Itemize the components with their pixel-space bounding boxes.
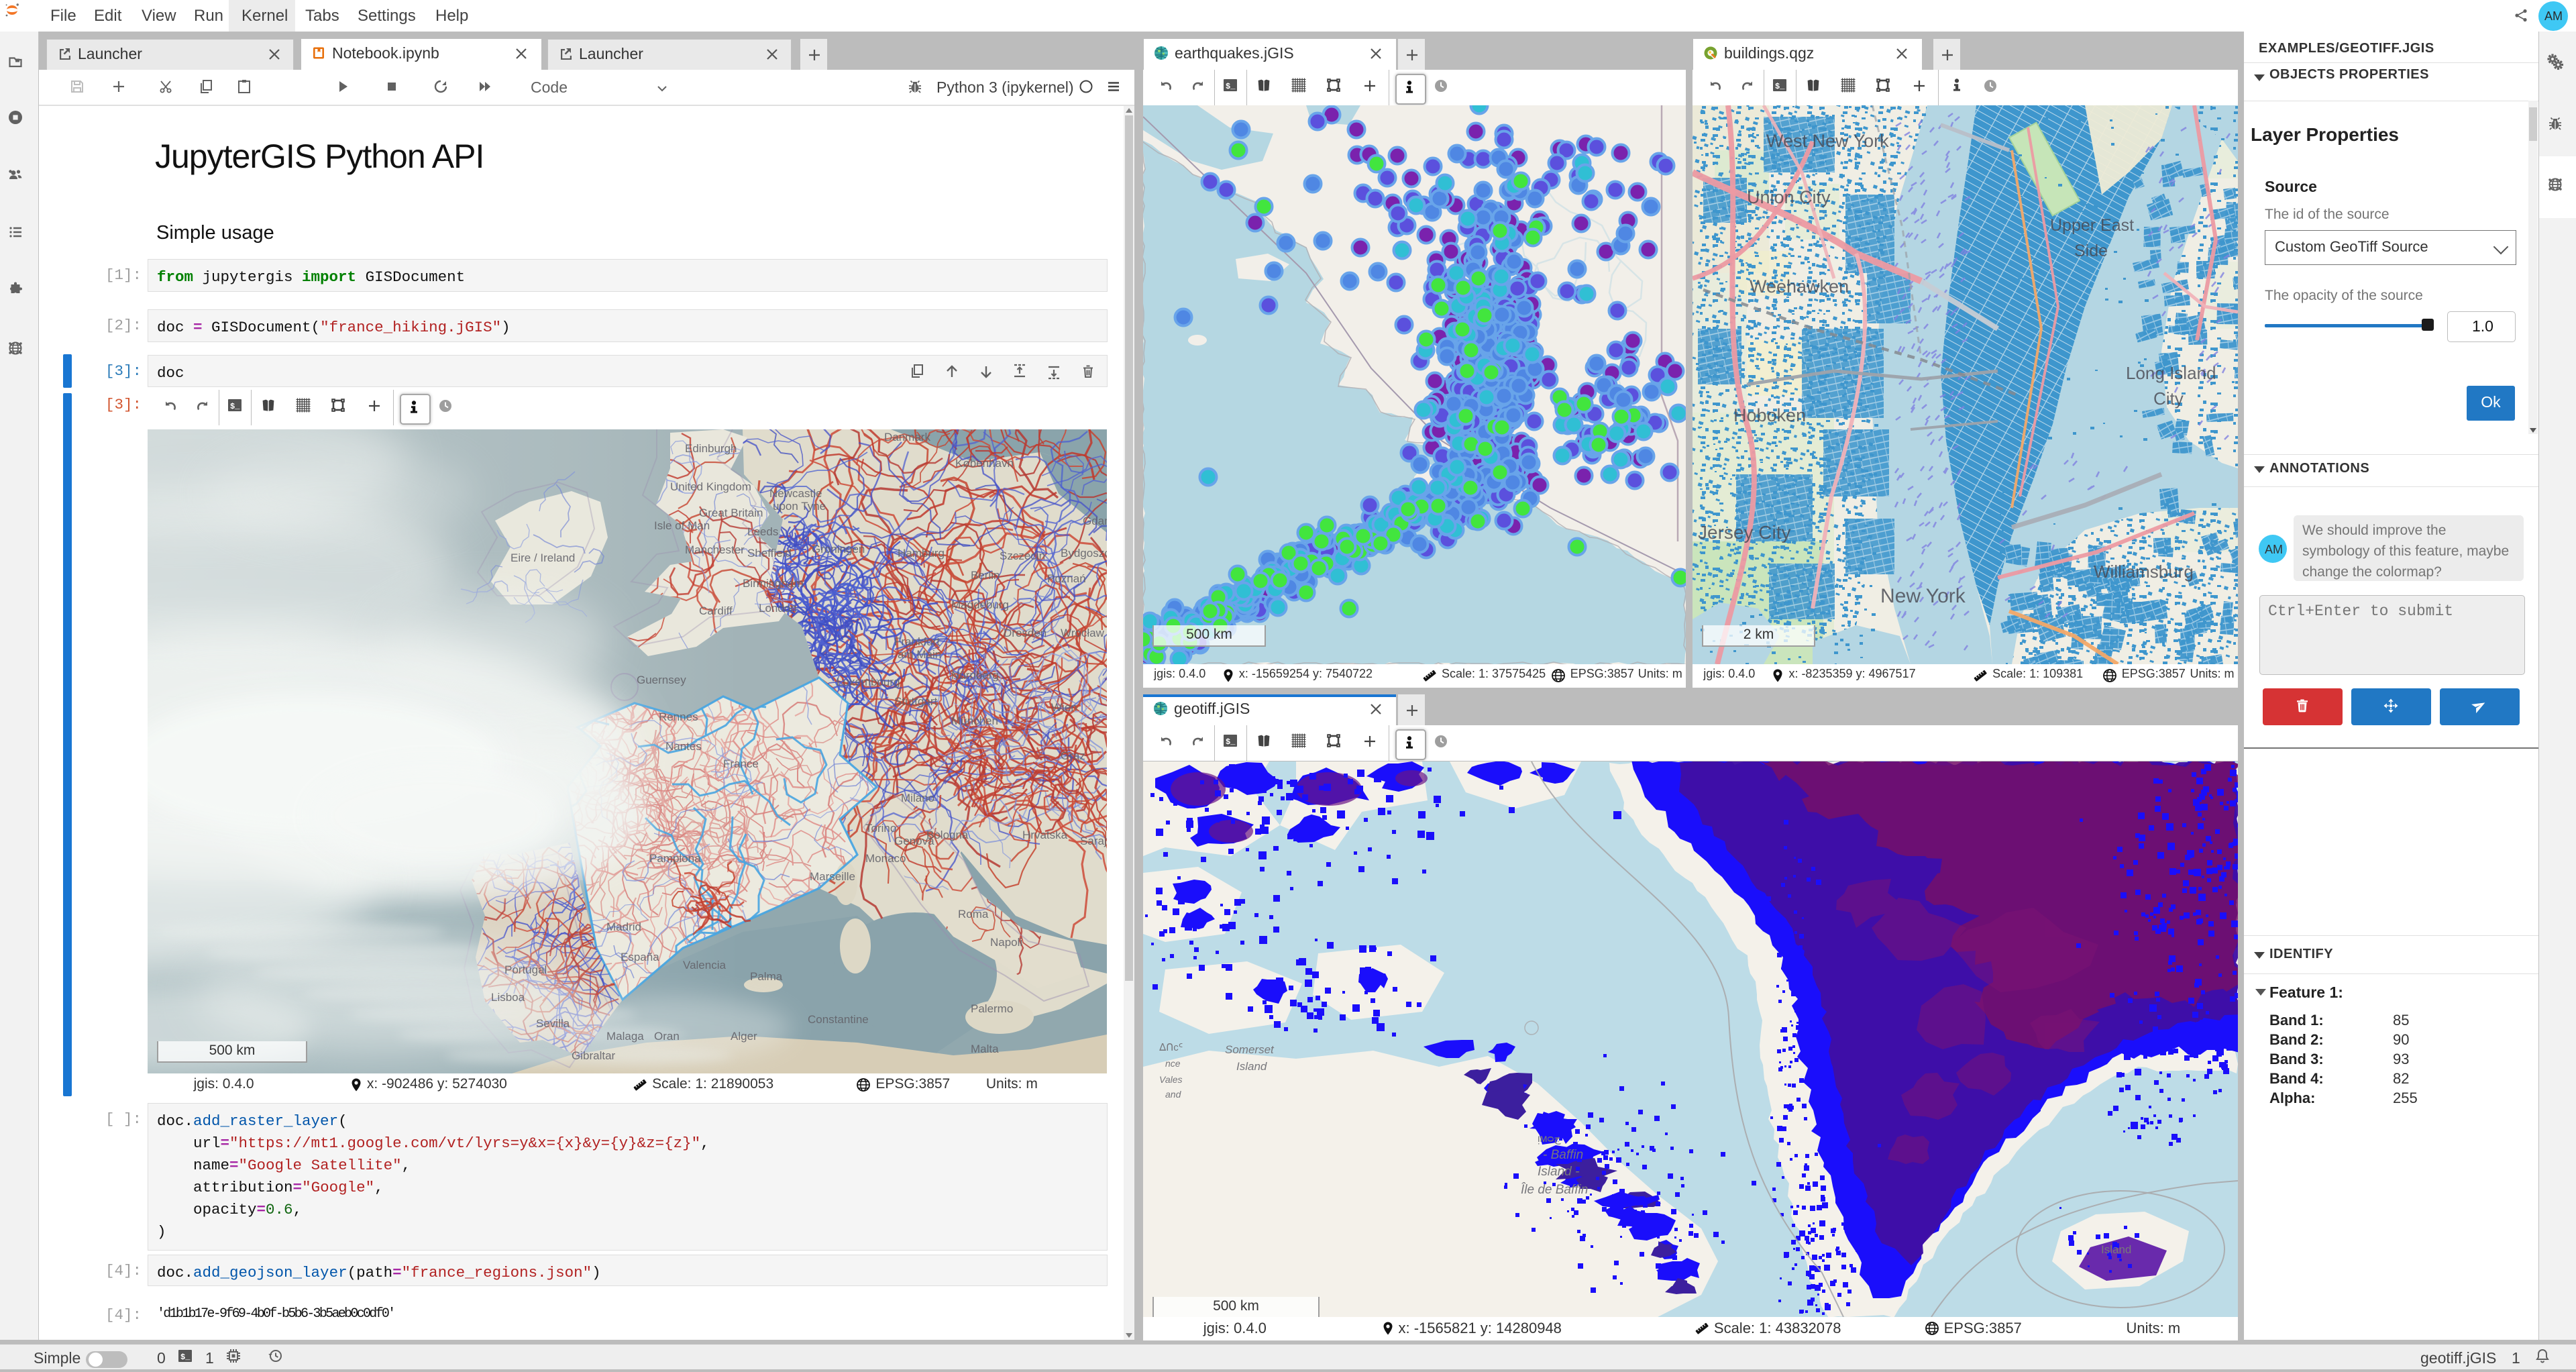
svg-text:upon Tyne: upon Tyne: [773, 500, 826, 513]
svg-text:Sarajevo: Sarajevo: [1080, 835, 1107, 847]
svg-text:Luxembourg: Luxembourg: [837, 676, 900, 688]
svg-text:Malta: Malta: [971, 1043, 999, 1055]
svg-text:$_: $_: [230, 402, 240, 411]
svg-text:New York: New York: [1880, 585, 1966, 607]
svg-text:Marseille: Marseille: [810, 870, 855, 883]
svg-text:Bydgoszcz: Bydgoszcz: [1061, 547, 1107, 560]
svg-text:$_: $_: [180, 1353, 191, 1362]
svg-text:Hamburg: Hamburg: [898, 547, 945, 560]
svg-text:Szczecin: Szczecin: [1000, 549, 1045, 562]
svg-text:Somerset: Somerset: [1225, 1043, 1275, 1056]
svg-text:Gibraltar: Gibraltar: [572, 1049, 616, 1062]
svg-text:España: España: [621, 951, 659, 963]
svg-text:Milano: Milano: [901, 792, 934, 804]
svg-text:Newcastle: Newcastle: [769, 487, 822, 500]
svg-text:West New York: West New York: [1766, 131, 1889, 151]
svg-text:Gdansk: Gdansk: [1083, 515, 1107, 527]
svg-text:Palma: Palma: [750, 970, 783, 983]
svg-text:Guernsey: Guernsey: [637, 674, 686, 686]
svg-text:München: München: [951, 715, 998, 727]
svg-text:United Kingdom: United Kingdom: [670, 480, 751, 493]
svg-text:Bologna: Bologna: [926, 829, 969, 841]
svg-text:$_: $_: [1775, 82, 1785, 91]
svg-text:Lisboa: Lisboa: [491, 991, 525, 1004]
svg-text:Manchester: Manchester: [685, 543, 745, 556]
svg-text:- Baffin: - Baffin: [1543, 1148, 1583, 1162]
svg-text:Leeds: Leeds: [747, 525, 778, 538]
svg-text:Sheffield: Sheffield: [747, 547, 792, 560]
svg-text:Nürnberg: Nürnberg: [951, 669, 999, 682]
svg-text:$_: $_: [1226, 737, 1236, 747]
svg-text:ᴉᴍᴑج: ᴉᴍᴑج: [1538, 1133, 1561, 1145]
svg-text:Berlin: Berlin: [971, 569, 1000, 582]
svg-text:Stuttgart: Stuttgart: [894, 695, 938, 708]
svg-text:Alger: Alger: [731, 1030, 757, 1043]
svg-text:Wrocław: Wrocław: [1061, 627, 1105, 639]
svg-text:Side: Side: [2074, 242, 2108, 260]
svg-text:Island: Island: [2101, 1243, 2131, 1256]
svg-text:Nantes: Nantes: [665, 740, 702, 753]
svg-text:Isle of Man: Isle of Man: [654, 519, 710, 532]
svg-text:Island -: Island -: [1538, 1165, 1579, 1179]
svg-text:Wien: Wien: [1051, 701, 1077, 714]
svg-text:Jersey City: Jersey City: [1698, 522, 1790, 543]
svg-text:Great Britain: Great Britain: [699, 507, 763, 519]
svg-text:Torino: Torino: [865, 822, 896, 835]
svg-text:nce: nce: [1165, 1058, 1181, 1069]
svg-text:Edinburgh: Edinburgh: [685, 442, 737, 455]
svg-text:Eire / Ireland: Eire / Ireland: [511, 551, 575, 564]
svg-text:am Main: am Main: [898, 648, 941, 661]
svg-text:Williamsburg: Williamsburg: [2094, 562, 2194, 582]
svg-text:Napoli: Napoli: [990, 936, 1022, 949]
svg-text:City: City: [2153, 388, 2184, 409]
svg-text:Rennes: Rennes: [659, 710, 698, 723]
svg-text:Union City: Union City: [1747, 187, 1831, 207]
svg-text:and: and: [1165, 1089, 1182, 1100]
svg-text:France: France: [723, 757, 759, 770]
svg-text:Constantine: Constantine: [808, 1013, 869, 1026]
svg-text:Island: Island: [1236, 1060, 1267, 1073]
svg-text:Pamplona: Pamplona: [649, 852, 701, 865]
svg-text:Oran: Oran: [654, 1030, 680, 1043]
svg-text:Malaga: Malaga: [606, 1030, 644, 1043]
svg-text:Île de Baffin: Île de Baffin: [1521, 1182, 1588, 1197]
svg-text:Magdeburg: Magdeburg: [951, 598, 1009, 611]
svg-text:Hrvatska: Hrvatska: [1022, 829, 1068, 841]
svg-text:Vales: Vales: [1159, 1074, 1183, 1085]
svg-text:Long Island: Long Island: [2126, 363, 2216, 383]
svg-text:Danmark: Danmark: [884, 431, 930, 443]
svg-text:Roma: Roma: [958, 908, 989, 920]
svg-text:Weehawken: Weehawken: [1750, 276, 1849, 297]
svg-text:Hoboken: Hoboken: [1733, 405, 1806, 425]
svg-text:København: København: [955, 457, 1014, 470]
svg-text:Valencia: Valencia: [683, 959, 726, 971]
svg-text:Dresden: Dresden: [1004, 627, 1046, 639]
svg-text:Monaco: Monaco: [865, 852, 906, 865]
svg-text:Palermo: Palermo: [971, 1002, 1013, 1015]
svg-text:Madrid: Madrid: [606, 920, 641, 933]
svg-text:Upper East: Upper East: [2050, 216, 2134, 235]
svg-text:Groningen: Groningen: [812, 543, 865, 556]
svg-text:Sevilla: Sevilla: [536, 1017, 570, 1030]
svg-text:London: London: [759, 602, 797, 615]
svg-text:Birmingham: Birmingham: [743, 577, 804, 590]
svg-text:Poznań: Poznań: [1047, 572, 1086, 585]
svg-text:$_: $_: [1226, 82, 1236, 91]
svg-text:Cardiff: Cardiff: [699, 604, 733, 617]
svg-text:Frankfurt: Frankfurt: [894, 635, 940, 648]
svg-text:Portugal: Portugal: [504, 963, 547, 976]
svg-text:ᐃᑎcᑦ: ᐃᑎcᑦ: [1159, 1042, 1183, 1053]
svg-text:Graz: Graz: [1061, 749, 1085, 762]
